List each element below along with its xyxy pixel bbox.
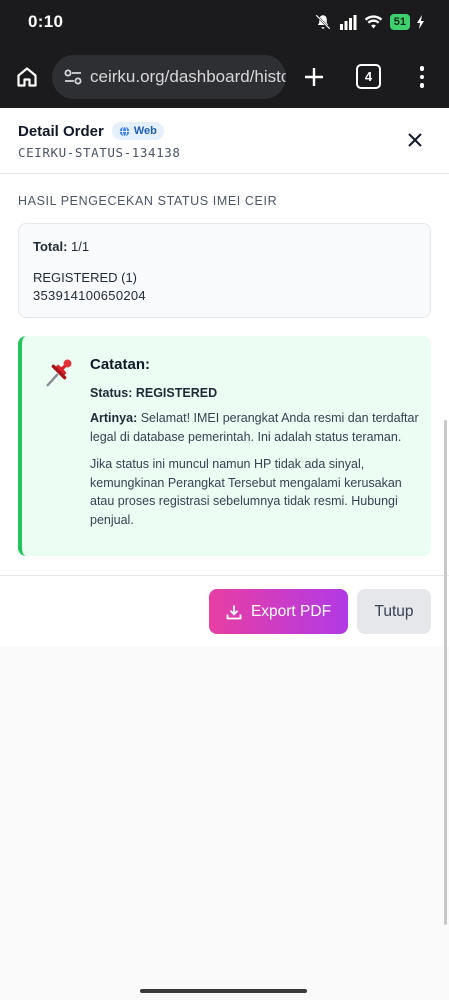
close-button[interactable]	[405, 130, 425, 150]
plus-icon	[305, 68, 323, 86]
section-title: HASIL PENGECEKAN STATUS IMEI CEIR	[18, 194, 278, 208]
title-row: Detail Order Web	[18, 122, 164, 140]
modal-footer: Export PDF Tutup	[0, 576, 449, 646]
note-body: Artinya: Selamat! IMEI perangkat Anda re…	[90, 409, 420, 529]
total-label: Total:	[33, 239, 68, 254]
order-detail-modal: Detail Order Web CEIRKU-STATUS-134138 HA…	[0, 108, 449, 1000]
home-button[interactable]	[12, 62, 42, 92]
tune-icon[interactable]	[62, 66, 84, 88]
registered-status: REGISTERED (1)	[33, 270, 138, 285]
mute-icon	[315, 14, 331, 30]
meaning-text: Selamat! IMEI perangkat Anda resmi dan t…	[90, 411, 419, 444]
home-icon	[17, 67, 37, 87]
scrollbar[interactable]	[444, 420, 447, 925]
note-card: Catatan: Status: REGISTERED Artinya: Sel…	[18, 336, 431, 556]
gesture-home-bar[interactable]	[140, 989, 307, 993]
wifi-icon	[364, 15, 382, 29]
page-background	[0, 646, 449, 1000]
pushpin-icon	[46, 359, 72, 387]
total-value: 1/1	[71, 239, 90, 254]
battery-indicator: 51	[389, 14, 410, 30]
globe-icon	[119, 125, 130, 137]
close-icon	[408, 133, 422, 147]
status-time: 0:10	[28, 12, 64, 31]
tab-switcher-button[interactable]: 4	[356, 64, 381, 89]
modal-header: Detail Order Web CEIRKU-STATUS-134138	[0, 108, 449, 174]
total-line: Total: 1/1	[33, 239, 89, 254]
more-vertical-icon[interactable]	[410, 62, 434, 92]
system-status-bar: 0:10 51	[0, 0, 449, 44]
export-pdf-button[interactable]: Export PDF	[209, 589, 348, 634]
result-card: Total: 1/1 REGISTERED (1) 35391410065020…	[18, 223, 431, 318]
badge-label: Web	[133, 125, 157, 137]
source-badge: Web	[111, 122, 164, 140]
meaning-label: Artinya:	[90, 411, 138, 425]
note-extra: Jika status ini muncul namun HP tidak ad…	[90, 457, 402, 527]
note-title: Catatan:	[90, 356, 151, 373]
download-icon	[226, 605, 242, 619]
url-text: ceirku.org/dashboard/histo	[90, 67, 286, 86]
note-status: Status: REGISTERED	[90, 386, 218, 400]
close-footer-button[interactable]: Tutup	[357, 589, 431, 634]
order-code: CEIRKU-STATUS-134138	[18, 145, 181, 160]
signal-icon	[339, 15, 357, 30]
note-meaning: Artinya: Selamat! IMEI perangkat Anda re…	[90, 409, 420, 446]
modal-title: Detail Order	[18, 122, 104, 140]
charging-icon	[417, 15, 424, 29]
status-icons: 51	[314, 12, 425, 32]
new-tab-button[interactable]	[299, 62, 329, 92]
export-pdf-label: Export PDF	[250, 602, 332, 620]
address-bar[interactable]: ceirku.org/dashboard/histo	[52, 55, 286, 99]
imei-number: 353914100650204	[33, 288, 146, 303]
browser-toolbar: ceirku.org/dashboard/histo 4	[0, 44, 449, 108]
